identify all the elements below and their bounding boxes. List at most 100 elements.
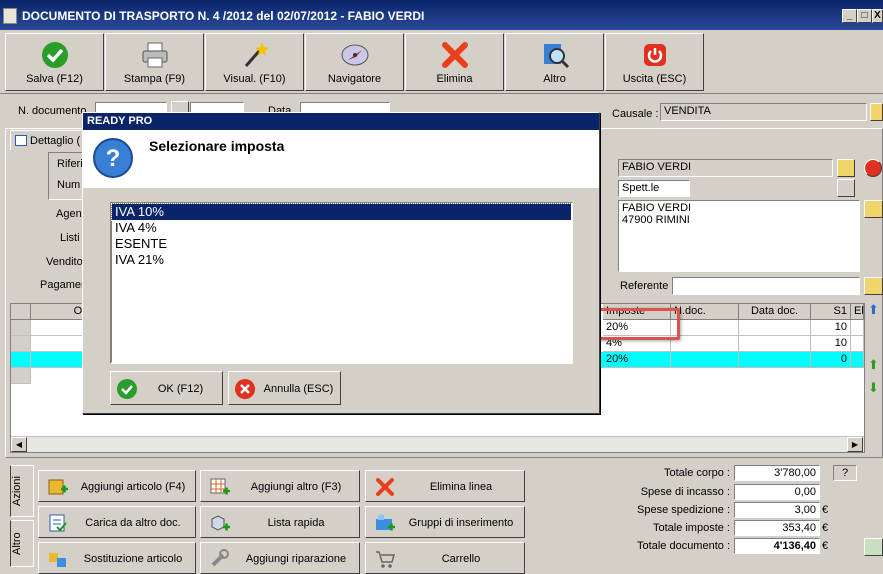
print-label: Stampa (F9) — [123, 73, 186, 85]
tax-option[interactable]: IVA 21% — [112, 252, 571, 268]
cart-label: Carrello — [441, 553, 481, 565]
save-button[interactable]: Salva (F12) — [5, 33, 104, 91]
main-toolbar: Salva (F12) Stampa (F9) Visual. (F10) Na… — [0, 30, 883, 94]
cell-s1[interactable]: 10 — [811, 336, 851, 352]
cell-s1[interactable]: 10 — [811, 320, 851, 336]
preview-button[interactable]: Visual. (F10) — [205, 33, 304, 91]
repair-icon — [211, 549, 229, 567]
ok-button[interactable]: OK (F12) — [110, 371, 223, 405]
other-button[interactable]: Altro — [505, 33, 604, 91]
cell-datadoc[interactable] — [739, 352, 811, 368]
cell-ndoc[interactable] — [671, 320, 739, 336]
col-ndoc[interactable]: N.doc. — [671, 304, 739, 320]
repair-button[interactable]: Aggiungi riparazione — [200, 542, 360, 574]
quick-list-label: Lista rapida — [267, 517, 325, 529]
row-indicator — [11, 320, 31, 336]
customer-title-field[interactable]: Spett.le — [618, 180, 690, 197]
delete-line-icon — [376, 478, 394, 496]
spese-incasso-value[interactable]: 0,00 — [734, 484, 820, 500]
cell-imposte[interactable]: 20% — [603, 352, 671, 368]
add-article-label: Aggiungi articolo (F4) — [80, 481, 186, 493]
customer-folder-icon[interactable] — [837, 159, 855, 177]
tab-azioni[interactable]: Azioni — [10, 465, 34, 517]
replace-article-icon — [49, 553, 66, 567]
cell-datadoc[interactable] — [739, 320, 811, 336]
ok-label: OK (F12) — [157, 383, 204, 395]
cell-el[interactable] — [851, 352, 864, 368]
cell-el[interactable] — [851, 336, 864, 352]
add-article-button[interactable]: Aggiungi articolo (F4) — [38, 470, 196, 502]
tab-dettaglio-label: Dettaglio ( — [30, 135, 81, 147]
tax-option[interactable]: ESENTE — [112, 236, 571, 252]
horizontal-scrollbar[interactable]: ◀ ▶ — [11, 436, 864, 452]
tax-option[interactable]: IVA 4% — [112, 220, 571, 236]
calculator-icon[interactable] — [864, 538, 883, 556]
col-el[interactable]: El — [851, 304, 864, 320]
cell-s1[interactable]: 0 — [811, 352, 851, 368]
navigator-button[interactable]: Navigatore — [305, 33, 404, 91]
cell-el[interactable] — [851, 320, 864, 336]
col-s1[interactable]: S1 — [811, 304, 851, 320]
load-doc-icon — [49, 514, 67, 532]
customer-clear-icon[interactable] — [864, 159, 882, 177]
cancel-x-icon — [235, 379, 255, 399]
insert-groups-button[interactable]: Gruppi di inserimento — [365, 506, 525, 538]
cancel-button[interactable]: Annulla (ESC) — [228, 371, 341, 405]
question-icon: ? — [93, 138, 133, 178]
delete-button[interactable]: Elimina — [405, 33, 504, 91]
row-indicator — [11, 336, 31, 352]
address-line1: FABIO VERDI — [622, 202, 692, 214]
tax-listbox[interactable]: IVA 10% IVA 4% ESENTE IVA 21% — [110, 202, 573, 364]
replace-article-button[interactable]: Sostituzione articolo — [38, 542, 196, 574]
grid-corner — [11, 304, 31, 320]
tax-option[interactable]: IVA 10% — [111, 203, 572, 221]
move-up-arrow-icon[interactable]: ⬆ — [868, 302, 883, 322]
tab-icon — [15, 135, 27, 146]
scroll-right-button[interactable]: ▶ — [847, 437, 863, 452]
referente-label: Referente — [620, 280, 669, 292]
check-icon — [117, 379, 137, 399]
delete-label: Elimina — [436, 73, 473, 85]
cart-button[interactable]: Carrello — [365, 542, 525, 574]
green-down-arrow-icon[interactable]: ⬇ — [868, 380, 883, 400]
load-doc-button[interactable]: Carica da altro doc. — [38, 506, 196, 538]
delete-line-button[interactable]: Elimina linea — [365, 470, 525, 502]
close-button[interactable]: X — [872, 9, 883, 23]
totale-corpo-value: 3'780,00 — [734, 465, 820, 481]
exit-button[interactable]: Uscita (ESC) — [605, 33, 704, 91]
totale-corpo-label: Totale corpo : — [663, 467, 730, 479]
cell-ndoc[interactable] — [671, 336, 739, 352]
spese-incasso-label: Spese di incasso : — [640, 486, 730, 498]
scroll-left-button[interactable]: ◀ — [11, 437, 27, 452]
maximize-button[interactable]: □ — [857, 9, 872, 23]
causale-field[interactable]: VENDITA — [660, 103, 867, 121]
causale-label: Causale : — [612, 108, 659, 120]
minimize-button[interactable]: _ — [842, 9, 857, 23]
referente-folder-icon[interactable] — [864, 277, 883, 295]
green-up-arrow-icon[interactable]: ⬆ — [868, 357, 883, 377]
customer-address-field[interactable]: FABIO VERDI 47900 RIMINI — [618, 200, 860, 272]
riferimento-label: Riferi — [57, 158, 83, 170]
print-button[interactable]: Stampa (F9) — [105, 33, 204, 91]
customer-name-field[interactable]: FABIO VERDI — [618, 159, 833, 177]
address-folder-icon[interactable] — [864, 200, 883, 218]
tab-altro[interactable]: Altro — [10, 520, 34, 567]
other-label: Altro — [543, 73, 566, 85]
totale-imposte-value: 353,40 — [734, 520, 820, 536]
col-datadoc[interactable]: Data doc. — [739, 304, 811, 320]
row-indicator — [11, 352, 31, 368]
listino-label: Listi — [60, 232, 80, 244]
insert-groups-icon — [376, 515, 395, 531]
cell-datadoc[interactable] — [739, 336, 811, 352]
printer-icon — [142, 42, 168, 68]
causale-folder-icon[interactable] — [870, 103, 883, 121]
add-other-button[interactable]: Aggiungi altro (F3) — [200, 470, 360, 502]
totale-help-button[interactable]: ? — [833, 465, 857, 481]
referente-field[interactable] — [672, 277, 860, 295]
cell-ndoc[interactable] — [671, 352, 739, 368]
customer-person-icon[interactable] — [837, 179, 855, 197]
quick-list-button[interactable]: Lista rapida — [200, 506, 360, 538]
address-line2: 47900 RIMINI — [622, 214, 690, 226]
spese-spedizione-value[interactable]: 3,00 — [734, 502, 820, 518]
tab-dettaglio[interactable]: Dettaglio ( — [10, 130, 90, 150]
